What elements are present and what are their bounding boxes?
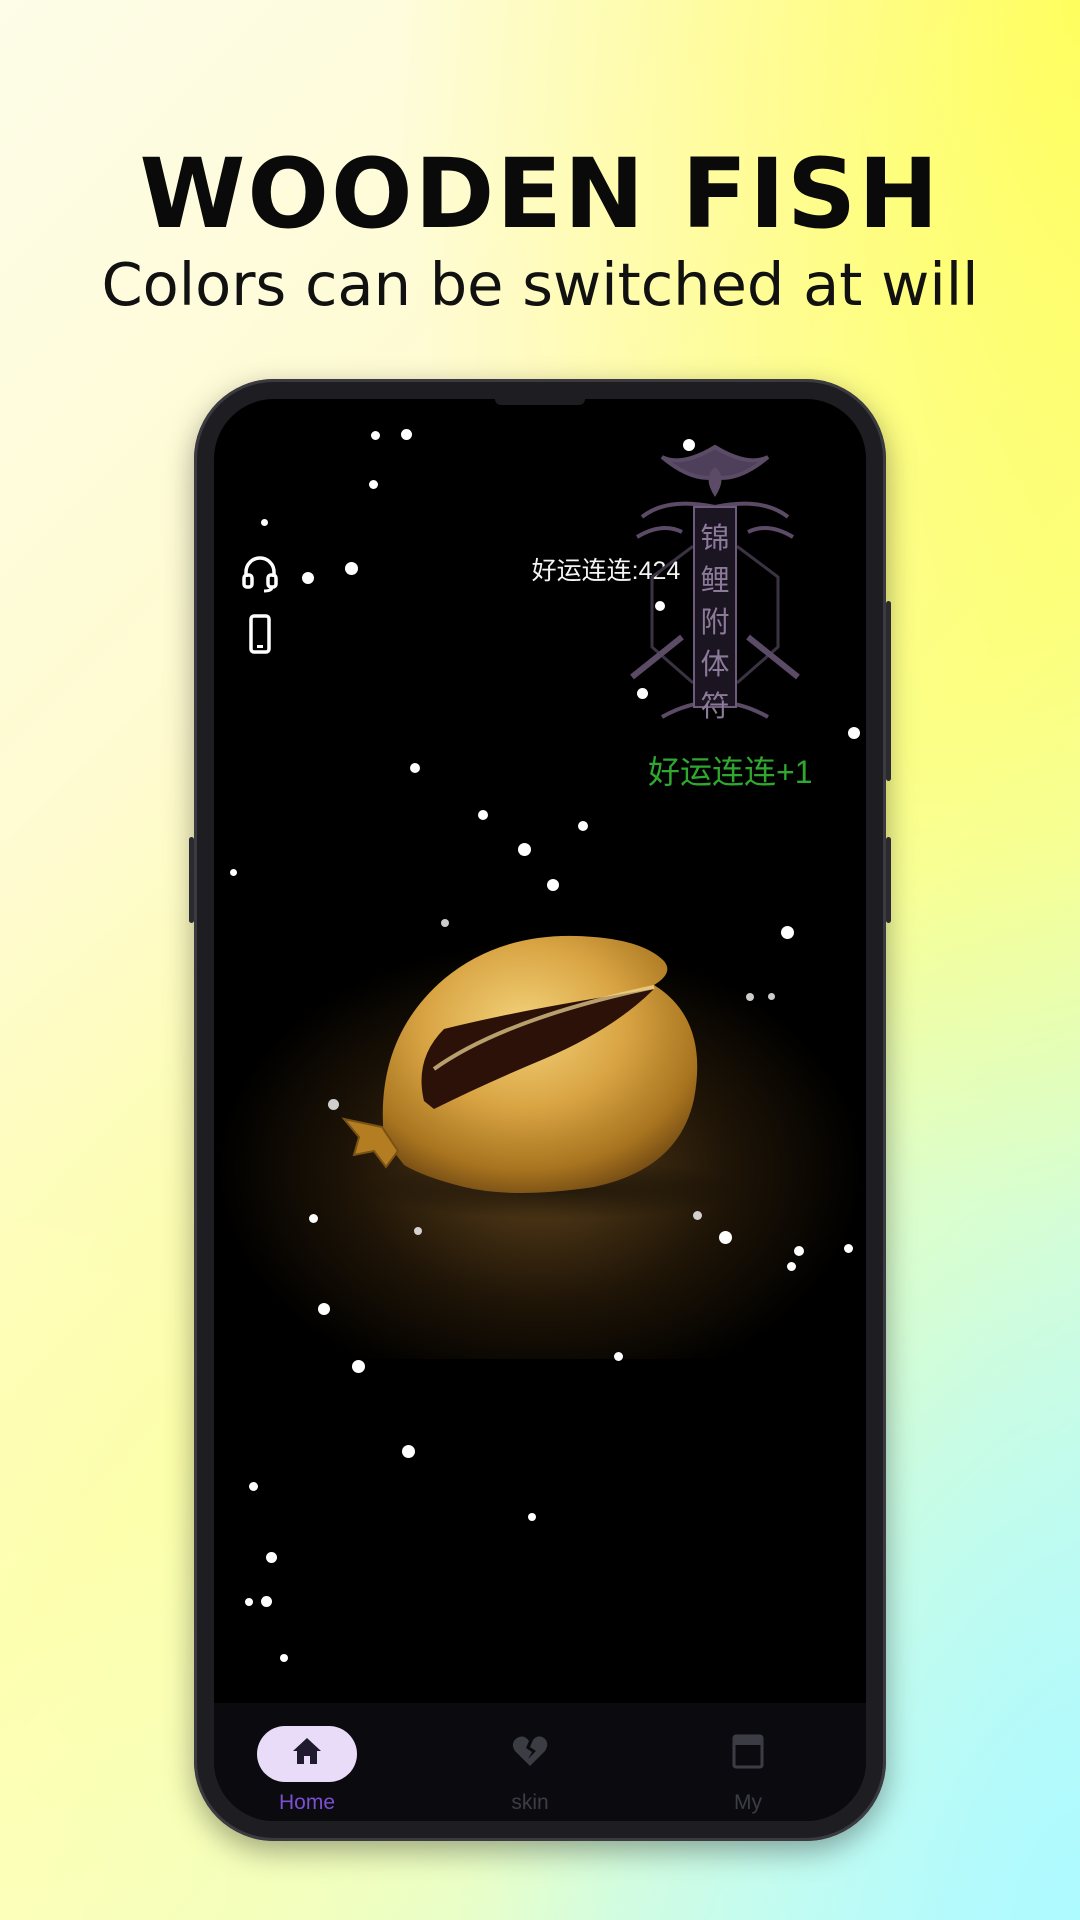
particle: [614, 1352, 623, 1361]
particle: [371, 431, 380, 440]
merit-popup-text: 好运连连+1: [648, 754, 813, 790]
nav-item-home[interactable]: Home: [227, 1703, 387, 1821]
talisman-text: 锦鲤附体符: [700, 521, 730, 723]
particle: [478, 810, 488, 820]
talisman-charm: 锦鲤附体符: [622, 437, 808, 747]
particle: [781, 926, 794, 939]
particle: [230, 869, 237, 876]
particle: [266, 1552, 277, 1563]
particle: [693, 1211, 702, 1220]
particle: [746, 993, 754, 1001]
particle: [249, 1482, 258, 1491]
particle: [302, 572, 314, 584]
particle: [719, 1231, 732, 1244]
particle: [518, 843, 531, 856]
volume-button: [189, 837, 194, 923]
particle: [655, 601, 665, 611]
nav-label-my: My: [734, 1791, 762, 1814]
particle: [245, 1598, 253, 1606]
particle: [547, 879, 559, 891]
camera-notch: [495, 399, 585, 405]
particle: [328, 1099, 339, 1110]
particle: [309, 1214, 318, 1223]
particle: [794, 1246, 804, 1256]
promo-title: WOODEN FISH: [139, 138, 941, 250]
particle: [848, 727, 860, 739]
nav-item-my[interactable]: My: [668, 1703, 828, 1821]
particle: [578, 821, 588, 831]
app-screen[interactable]: 好运连连:424 锦鲤附体符 好运连连+1 Home skin My: [214, 399, 866, 1821]
bottom-navigation: Home skin My: [214, 1703, 866, 1821]
nav-label-home: Home: [278, 1791, 336, 1814]
promo-subtitle: Colors can be switched at will: [101, 250, 979, 319]
particle: [787, 1262, 796, 1271]
particle: [280, 1654, 288, 1662]
particle: [637, 688, 648, 699]
particle: [261, 1596, 272, 1607]
home-icon: [227, 1731, 387, 1779]
particle: [261, 519, 268, 526]
wooden-fish[interactable]: [314, 869, 754, 1229]
particle: [844, 1244, 853, 1253]
particle: [352, 1360, 365, 1373]
broken-heart-icon: [450, 1731, 610, 1779]
particle: [345, 562, 358, 575]
particle: [402, 1445, 415, 1458]
particle: [369, 480, 378, 489]
particle: [401, 429, 412, 440]
phone-frame: 好运连连:424 锦鲤附体符 好运连连+1 Home skin My: [189, 379, 891, 1841]
window-icon: [668, 1731, 828, 1779]
particle: [414, 1227, 422, 1235]
power-button: [886, 601, 891, 781]
particle: [318, 1303, 330, 1315]
particle: [441, 919, 449, 927]
phone-icon[interactable]: [240, 613, 280, 654]
particle: [768, 993, 775, 1000]
side-button: [886, 837, 891, 923]
nav-item-skin[interactable]: skin: [450, 1703, 610, 1821]
particle: [528, 1513, 536, 1521]
particle: [683, 439, 695, 451]
particle: [410, 763, 420, 773]
nav-label-skin: skin: [511, 1791, 549, 1814]
